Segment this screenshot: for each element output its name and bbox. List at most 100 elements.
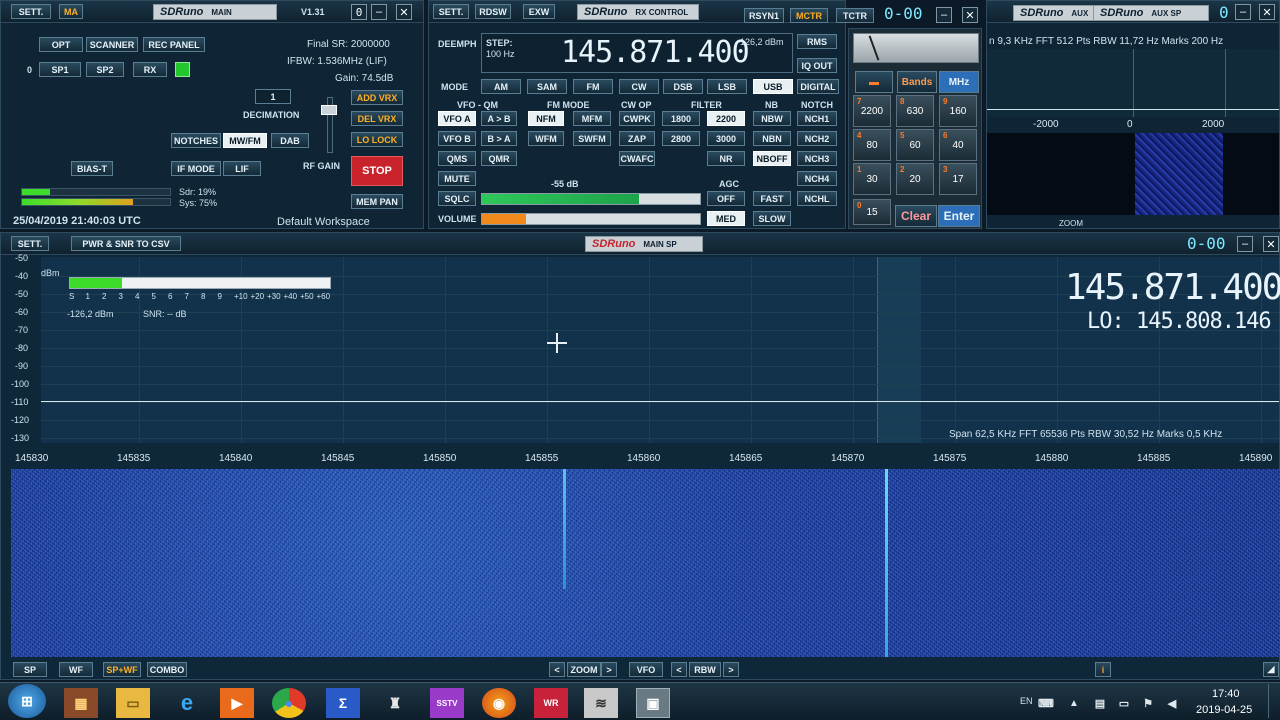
agc-med-button[interactable]: MED [707,211,745,226]
chrome-icon[interactable]: ● [272,688,306,718]
pwr-snr-csv-button[interactable]: PWR & SNR TO CSV [71,236,181,251]
resize-grip-icon[interactable]: ◢ [1263,662,1279,677]
main-sp-vrx-id[interactable]: 0-00 [1187,234,1226,253]
nch3-button[interactable]: NCH3 [797,151,837,166]
zoom-right-button[interactable]: > [601,662,617,677]
show-desktop-button[interactable] [1268,684,1278,718]
sp-wf-button[interactable]: SP+WF [103,662,141,677]
notches-button[interactable]: NOTCHES [171,133,221,148]
qmr-button[interactable]: QMR [481,151,517,166]
nbn-button[interactable]: NBN [753,131,791,146]
firefox-icon[interactable]: ◉ [482,688,516,718]
keypad-key-4[interactable]: 4 80 [853,129,891,161]
main-sp-close-icon[interactable]: ✕ [1263,236,1279,252]
mem-pan-button[interactable]: MEM PAN [351,194,403,209]
squelch-slider[interactable] [481,193,701,205]
nch2-button[interactable]: NCH2 [797,131,837,146]
speaker-icon[interactable]: ◀ [1162,688,1182,718]
keypad-key-5[interactable]: 5 60 [896,129,934,161]
nr-button[interactable]: NR [707,151,745,166]
del-vrx-button[interactable]: DEL VRX [351,111,403,126]
taskbar-date[interactable]: 2019-04-25 [1196,704,1252,716]
waterfall[interactable] [11,469,1280,657]
keypad-arrow-button[interactable]: ▬ [855,71,893,93]
nfm-button[interactable]: NFM [528,111,564,126]
rec-panel-button[interactable]: REC PANEL [143,37,205,52]
nboff-button[interactable]: NBOFF [753,151,791,166]
wxtoimg-icon[interactable]: WR [534,688,568,718]
mode-fm-button[interactable]: FM [573,79,613,94]
rx-button[interactable]: RX [133,62,167,77]
bands-button[interactable]: Bands [897,71,937,93]
rx-vrx-id[interactable]: 0-00 [884,4,923,23]
rms-button[interactable]: RMS [797,34,837,49]
a-to-b-button[interactable]: A > B [481,111,517,126]
app-tower-icon[interactable]: ♜ [378,688,412,718]
keypad-key-9[interactable]: 9 160 [939,95,977,127]
main-vrx-id[interactable]: 0 [351,4,367,20]
rsyn1-button[interactable]: RSYN1 [744,8,784,23]
media-player-icon[interactable]: ▶ [220,688,254,718]
keypad-key-6[interactable]: 6 40 [939,129,977,161]
tray-expand-icon[interactable]: ▲ [1064,688,1084,718]
zoom-left-button[interactable]: < [549,662,565,677]
aux-close-icon[interactable]: ✕ [1259,4,1275,20]
sdr-icon[interactable]: ≋ [584,688,618,718]
nch1-button[interactable]: NCH1 [797,111,837,126]
rbw-right-button[interactable]: > [723,662,739,677]
nch4-button[interactable]: NCH4 [797,171,837,186]
aux-vrx-id[interactable]: 0 [1219,3,1229,22]
vfo-a-button[interactable]: VFO A [438,111,476,126]
main-sett-button[interactable]: SETT. [11,4,51,19]
language-indicator[interactable]: EN [1020,696,1033,706]
sp1-button[interactable]: SP1 [39,62,81,77]
start-button-icon[interactable]: ⊞ [8,684,46,718]
mode-sam-button[interactable]: SAM [527,79,567,94]
mw-fm-button[interactable]: MW/FM [223,133,267,148]
main-sp-sett-button[interactable]: SETT. [11,236,49,251]
keypad-key-1[interactable]: 1 30 [853,163,891,195]
keyboard-icon[interactable]: ⌨ [1036,688,1056,718]
aux-waterfall[interactable] [987,133,1279,215]
bias-t-button[interactable]: BIAS-T [71,161,113,176]
sqlc-button[interactable]: SQLC [438,191,476,206]
keypad-key-0[interactable]: 0 15 [853,199,891,225]
clear-button[interactable]: Clear [895,205,937,227]
mctr-button[interactable]: MCTR [790,8,828,23]
rx-frequency[interactable]: 145.871.400 [561,35,750,70]
main-sp-minimize-icon[interactable]: – [1237,236,1253,252]
sdruno-taskbar-icon[interactable]: ▣ [636,688,670,718]
rx-minimize-icon[interactable]: – [936,7,952,23]
mode-cw-button[interactable]: CW [619,79,659,94]
decimation-value[interactable]: 1 [255,89,291,104]
rx-close-icon[interactable]: ✕ [962,7,978,23]
main-sp-frequency[interactable]: 145.871.400 [1065,267,1280,308]
ma-button[interactable]: MA [59,4,83,19]
agc-slow-button[interactable]: SLOW [753,211,791,226]
main-minimize-icon[interactable]: – [371,4,387,20]
swfm-button[interactable]: SWFM [573,131,611,146]
file-explorer-icon[interactable]: ▭ [116,688,150,718]
filter-2800-button[interactable]: 2800 [662,131,700,146]
keypad-key-7[interactable]: 7 2200 [853,95,891,127]
cwpk-button[interactable]: CWPK [619,111,655,126]
mode-lsb-button[interactable]: LSB [707,79,747,94]
lo-lock-button[interactable]: LO LOCK [351,132,403,147]
qms-button[interactable]: QMS [438,151,476,166]
sp2-button[interactable]: SP2 [86,62,124,77]
taskbar-time[interactable]: 17:40 [1212,688,1240,700]
volume-slider[interactable] [481,213,701,225]
status-indicator-icon[interactable]: i [1095,662,1111,677]
opt-button[interactable]: OPT [39,37,83,52]
mhz-button[interactable]: MHz [939,71,979,93]
tctr-button[interactable]: TCTR [836,8,874,23]
keypad-key-2[interactable]: 2 20 [896,163,934,195]
filter-2200-button[interactable]: 2200 [707,111,745,126]
filter-3000-button[interactable]: 3000 [707,131,745,146]
if-mode-button[interactable]: IF MODE [171,161,221,176]
rf-gain-slider-handle[interactable] [321,105,337,115]
media-center-icon[interactable]: ▦ [64,688,98,718]
mute-button[interactable]: MUTE [438,171,476,186]
nbw-button[interactable]: NBW [753,111,791,126]
mode-dsb-button[interactable]: DSB [663,79,703,94]
